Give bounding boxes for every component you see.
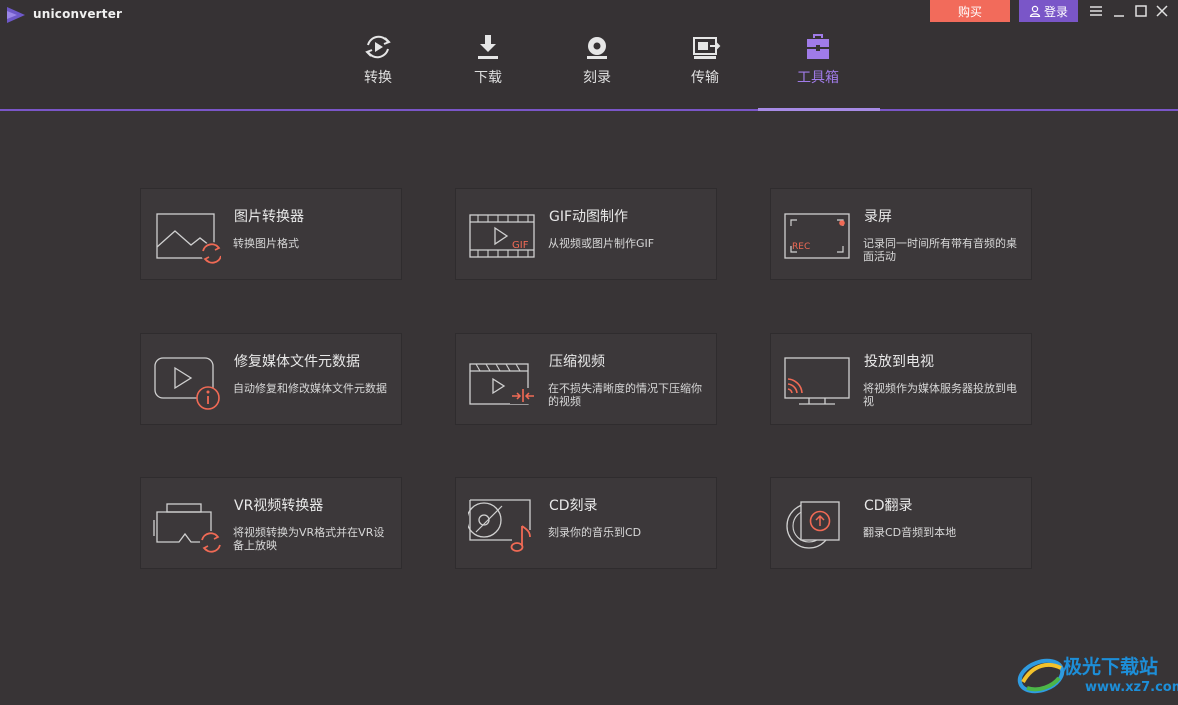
tool-title: 录屏: [864, 209, 892, 225]
tool-compress-video[interactable]: 压缩视频 在不损失清晰度的情况下压缩你的视频: [455, 333, 717, 425]
tool-cd-ripper[interactable]: CD翻录 翻录CD音频到本地: [770, 477, 1032, 569]
tool-cd-burner[interactable]: CD刻录 刻录你的音乐到CD: [455, 477, 717, 569]
tab-burn-label: 刻录: [583, 70, 611, 86]
watermark-brand: 极光下载站: [1063, 656, 1159, 678]
tool-title: GIF动图制作: [549, 209, 629, 225]
tab-convert[interactable]: 转换: [338, 30, 418, 100]
download-arrow-icon: [478, 35, 498, 59]
disc-burn-icon: [587, 37, 607, 59]
tab-toolbox[interactable]: 工具箱: [778, 30, 858, 100]
vr-convert-icon: [153, 503, 221, 553]
maximize-button[interactable]: [1133, 3, 1149, 19]
menu-button[interactable]: [1088, 3, 1104, 19]
screen-record-icon: REC: [784, 213, 850, 259]
hamburger-menu-icon: [1090, 6, 1102, 16]
tool-metadata-fix[interactable]: 修复媒体文件元数据 自动修复和修改媒体文件元数据: [140, 333, 402, 425]
tool-desc: 自动修复和修改媒体文件元数据: [233, 382, 387, 395]
tool-desc: 在不损失清晰度的情况下压缩你的视频: [548, 382, 702, 408]
maximize-icon: [1135, 5, 1147, 17]
tool-title: VR视频转换器: [234, 498, 324, 514]
tab-transfer-label: 传输: [691, 70, 719, 86]
watermark: 极光下载站 www.xz7.com: [1015, 650, 1178, 702]
app-title: uniconverter: [33, 7, 123, 21]
toolbox-icon: [807, 34, 829, 59]
tool-desc: 将视频作为媒体服务器投放到电视: [863, 382, 1017, 408]
tool-title: 修复媒体文件元数据: [234, 354, 360, 370]
transfer-device-icon: [693, 37, 721, 59]
cd-rip-icon: [786, 501, 840, 549]
tool-desc: 从视频或图片制作GIF: [548, 237, 655, 250]
header-divider: [0, 109, 1178, 111]
tool-title: CD刻录: [549, 498, 598, 514]
login-label: 登录: [1043, 4, 1068, 19]
watermark-url: www.xz7.com: [1085, 680, 1178, 695]
tab-burn[interactable]: 刻录: [557, 30, 637, 100]
user-icon: [1029, 5, 1041, 17]
buy-button[interactable]: 购买: [930, 0, 1010, 22]
app-header: uniconverter 购买 登录 转换 下载 刻录 传输 工具箱: [0, 0, 1178, 110]
app-logo-icon: [7, 7, 25, 23]
tool-desc: 将视频转换为VR格式并在VR设备上放映: [233, 526, 385, 552]
tool-title: 图片转换器: [234, 209, 304, 225]
tab-download[interactable]: 下载: [448, 30, 528, 100]
compress-video-icon: [469, 363, 536, 405]
tool-screen-recorder[interactable]: REC 录屏 记录同一时间所有带有音频的桌面活动: [770, 188, 1032, 280]
tool-desc: 转换图片格式: [233, 237, 299, 250]
tab-transfer[interactable]: 传输: [665, 30, 745, 100]
watermark-logo-icon: [1017, 658, 1065, 694]
cd-burn-icon: [468, 499, 531, 552]
tool-desc: 刻录你的音乐到CD: [548, 526, 642, 539]
tool-gif-maker[interactable]: GIF GIF动图制作 从视频或图片制作GIF: [455, 188, 717, 280]
tool-vr-converter[interactable]: VR视频转换器 将视频转换为VR格式并在VR设备上放映: [140, 477, 402, 569]
tool-image-converter[interactable]: 图片转换器 转换图片格式: [140, 188, 402, 280]
minimize-button[interactable]: [1111, 3, 1127, 19]
tool-desc: 翻录CD音频到本地: [863, 526, 957, 539]
tab-convert-label: 转换: [364, 70, 392, 86]
tool-title: CD翻录: [864, 498, 913, 514]
login-button[interactable]: 登录: [1019, 0, 1078, 22]
tool-cast-to-tv[interactable]: 投放到电视 将视频作为媒体服务器投放到电视: [770, 333, 1032, 425]
convert-play-icon: [365, 35, 391, 59]
tool-title: 压缩视频: [549, 354, 605, 370]
close-icon: [1156, 5, 1168, 17]
tab-download-label: 下载: [474, 70, 502, 86]
image-convert-icon: [156, 213, 221, 264]
svg-text:GIF: GIF: [512, 240, 529, 251]
cast-tv-icon: [784, 357, 850, 405]
svg-text:REC: REC: [792, 242, 810, 252]
metadata-fix-icon: [154, 357, 220, 410]
tool-desc: 记录同一时间所有带有音频的桌面活动: [863, 237, 1017, 263]
tool-title: 投放到电视: [864, 354, 934, 370]
active-tab-indicator: [758, 108, 880, 111]
minimize-icon: [1114, 15, 1124, 17]
gif-maker-icon: GIF: [469, 214, 535, 258]
tab-toolbox-label: 工具箱: [797, 70, 839, 86]
close-button[interactable]: [1154, 3, 1170, 19]
